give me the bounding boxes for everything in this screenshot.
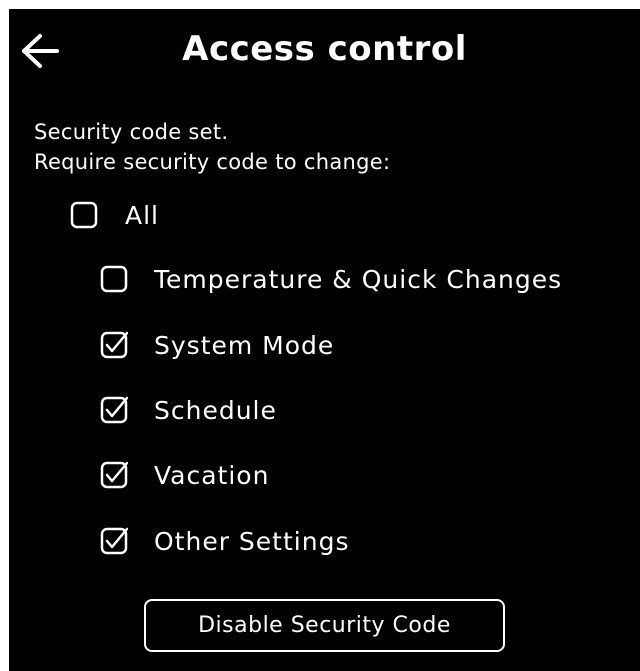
checkbox-icon bbox=[70, 201, 98, 229]
checkbox-label: Vacation bbox=[154, 460, 270, 490]
access-control-screen: Access control Security code set. Requir… bbox=[9, 9, 640, 671]
checkbox-checked-icon bbox=[100, 461, 128, 489]
checkbox-label: Other Settings bbox=[154, 526, 350, 556]
checkbox-label: Schedule bbox=[154, 395, 277, 425]
intro-text: Security code set. Require security code… bbox=[34, 117, 390, 177]
checkbox-temperature-quick-changes[interactable]: Temperature & Quick Changes bbox=[100, 259, 562, 299]
disable-security-code-button[interactable]: Disable Security Code bbox=[144, 599, 505, 652]
checkbox-label: Temperature & Quick Changes bbox=[154, 264, 563, 294]
checkbox-label: All bbox=[125, 200, 159, 230]
checkbox-system-mode[interactable]: System Mode bbox=[100, 325, 334, 365]
status-text: Security code set. bbox=[34, 120, 229, 144]
checkbox-checked-icon bbox=[100, 396, 128, 424]
checkbox-all[interactable]: All bbox=[70, 195, 159, 235]
checkbox-checked-icon bbox=[100, 527, 128, 555]
checkbox-checked-icon bbox=[100, 331, 128, 359]
checkbox-vacation[interactable]: Vacation bbox=[100, 455, 269, 495]
page-title: Access control bbox=[182, 29, 467, 69]
checkbox-other-settings[interactable]: Other Settings bbox=[100, 521, 349, 561]
checkbox-icon bbox=[100, 265, 128, 293]
instruction-text: Require security code to change: bbox=[34, 150, 391, 174]
checkbox-label: System Mode bbox=[154, 330, 335, 360]
checkbox-schedule[interactable]: Schedule bbox=[100, 390, 277, 430]
